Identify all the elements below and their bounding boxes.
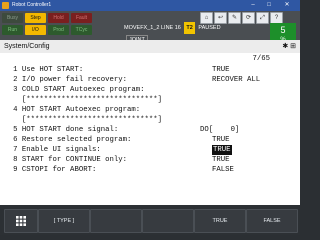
config-value[interactable]: TRUE	[212, 65, 230, 75]
config-row-label[interactable]: 4 HOT START Autoexec program:	[0, 105, 140, 115]
status-led-prod: Prod	[48, 25, 69, 35]
config-row-label[interactable]: 3 COLD START Autoexec program:	[0, 85, 144, 95]
status-led-step: Step	[25, 13, 46, 23]
maximize-icon[interactable]: □	[262, 1, 276, 10]
menu-button[interactable]	[4, 209, 38, 233]
page-title: System/Config	[4, 43, 50, 50]
window-titlebar: Robot Controller1 – □ ✕	[0, 0, 300, 11]
status-led-hold: Hold	[48, 13, 69, 23]
minimize-icon[interactable]: –	[246, 1, 260, 10]
status-led-io: I/O	[25, 25, 46, 35]
config-row-label[interactable]: 8 START for CONTINUE only:	[0, 155, 127, 165]
edit-icon[interactable]: ✎	[228, 12, 241, 24]
config-row-label[interactable]: 7 Enable UI signals:	[0, 145, 101, 155]
teach-pendant-screen: Robot Controller1 – □ ✕ Busy Step Hold Faul…	[0, 0, 300, 235]
run-state: PAUSED	[198, 25, 221, 31]
f2-button[interactable]	[90, 209, 142, 233]
breadcrumb-icons[interactable]: ✱ ⊞	[282, 40, 296, 53]
status-led-tcyc: TCyc	[71, 25, 92, 35]
config-row-label[interactable]: 1 Use HOT START:	[0, 65, 83, 75]
config-value[interactable]: TRUE	[212, 155, 230, 165]
resize-icon[interactable]: ⤢	[256, 12, 269, 24]
mode-badge: T2	[184, 22, 195, 34]
program-status: MOVEFX_1_2 LINE 16	[124, 25, 181, 31]
config-row-label[interactable]: 9 CSTOPI for ABORT:	[0, 165, 96, 175]
close-icon[interactable]: ✕	[280, 1, 294, 10]
config-value[interactable]: RECOVER ALL	[212, 75, 260, 85]
f4-true-button[interactable]: TRUE	[194, 209, 246, 233]
refresh-icon[interactable]: ⟳	[242, 12, 255, 24]
config-value[interactable]: FALSE	[212, 165, 234, 175]
config-value[interactable]: TRUE	[212, 135, 230, 145]
f1-type-button[interactable]: [ TYPE ]	[38, 209, 90, 233]
status-led-run: Run	[2, 25, 23, 35]
home-icon[interactable]: ⌂	[200, 12, 213, 24]
app-icon	[2, 2, 9, 9]
config-row-label[interactable]: 6 Restore selected program:	[0, 135, 131, 145]
pager: 7/65	[252, 55, 270, 63]
config-row-label[interactable]: 5 HOT START done signal:	[0, 125, 118, 135]
config-row-label[interactable]: [******************************]	[0, 115, 162, 125]
config-value-selected[interactable]: TRUE	[212, 145, 232, 155]
config-list: 7/65 1 Use HOT START: TRUE 2 I/O power fa…	[0, 53, 300, 205]
status-panel: Busy Step Hold Fault Run I/O Prod TCyc MOVEFX_1…	[0, 11, 300, 47]
grid-icon	[16, 215, 26, 226]
function-keys: [ TYPE ] TRUE FALSE	[0, 205, 300, 235]
config-value[interactable]: DO[ 0]	[200, 125, 239, 135]
status-led-fault: Fault	[71, 13, 92, 23]
override-value: 5	[280, 25, 286, 35]
config-row-label[interactable]: 2 I/O power fail recovery:	[0, 75, 127, 85]
breadcrumb: System/Config ✱ ⊞	[0, 40, 300, 54]
window-title: Robot Controller1	[12, 2, 52, 8]
f5-false-button[interactable]: FALSE	[246, 209, 298, 233]
back-icon[interactable]: ↩	[214, 12, 227, 24]
config-row-label[interactable]: [******************************]	[0, 95, 162, 105]
f3-button[interactable]	[142, 209, 194, 233]
status-led-busy: Busy	[2, 13, 23, 23]
